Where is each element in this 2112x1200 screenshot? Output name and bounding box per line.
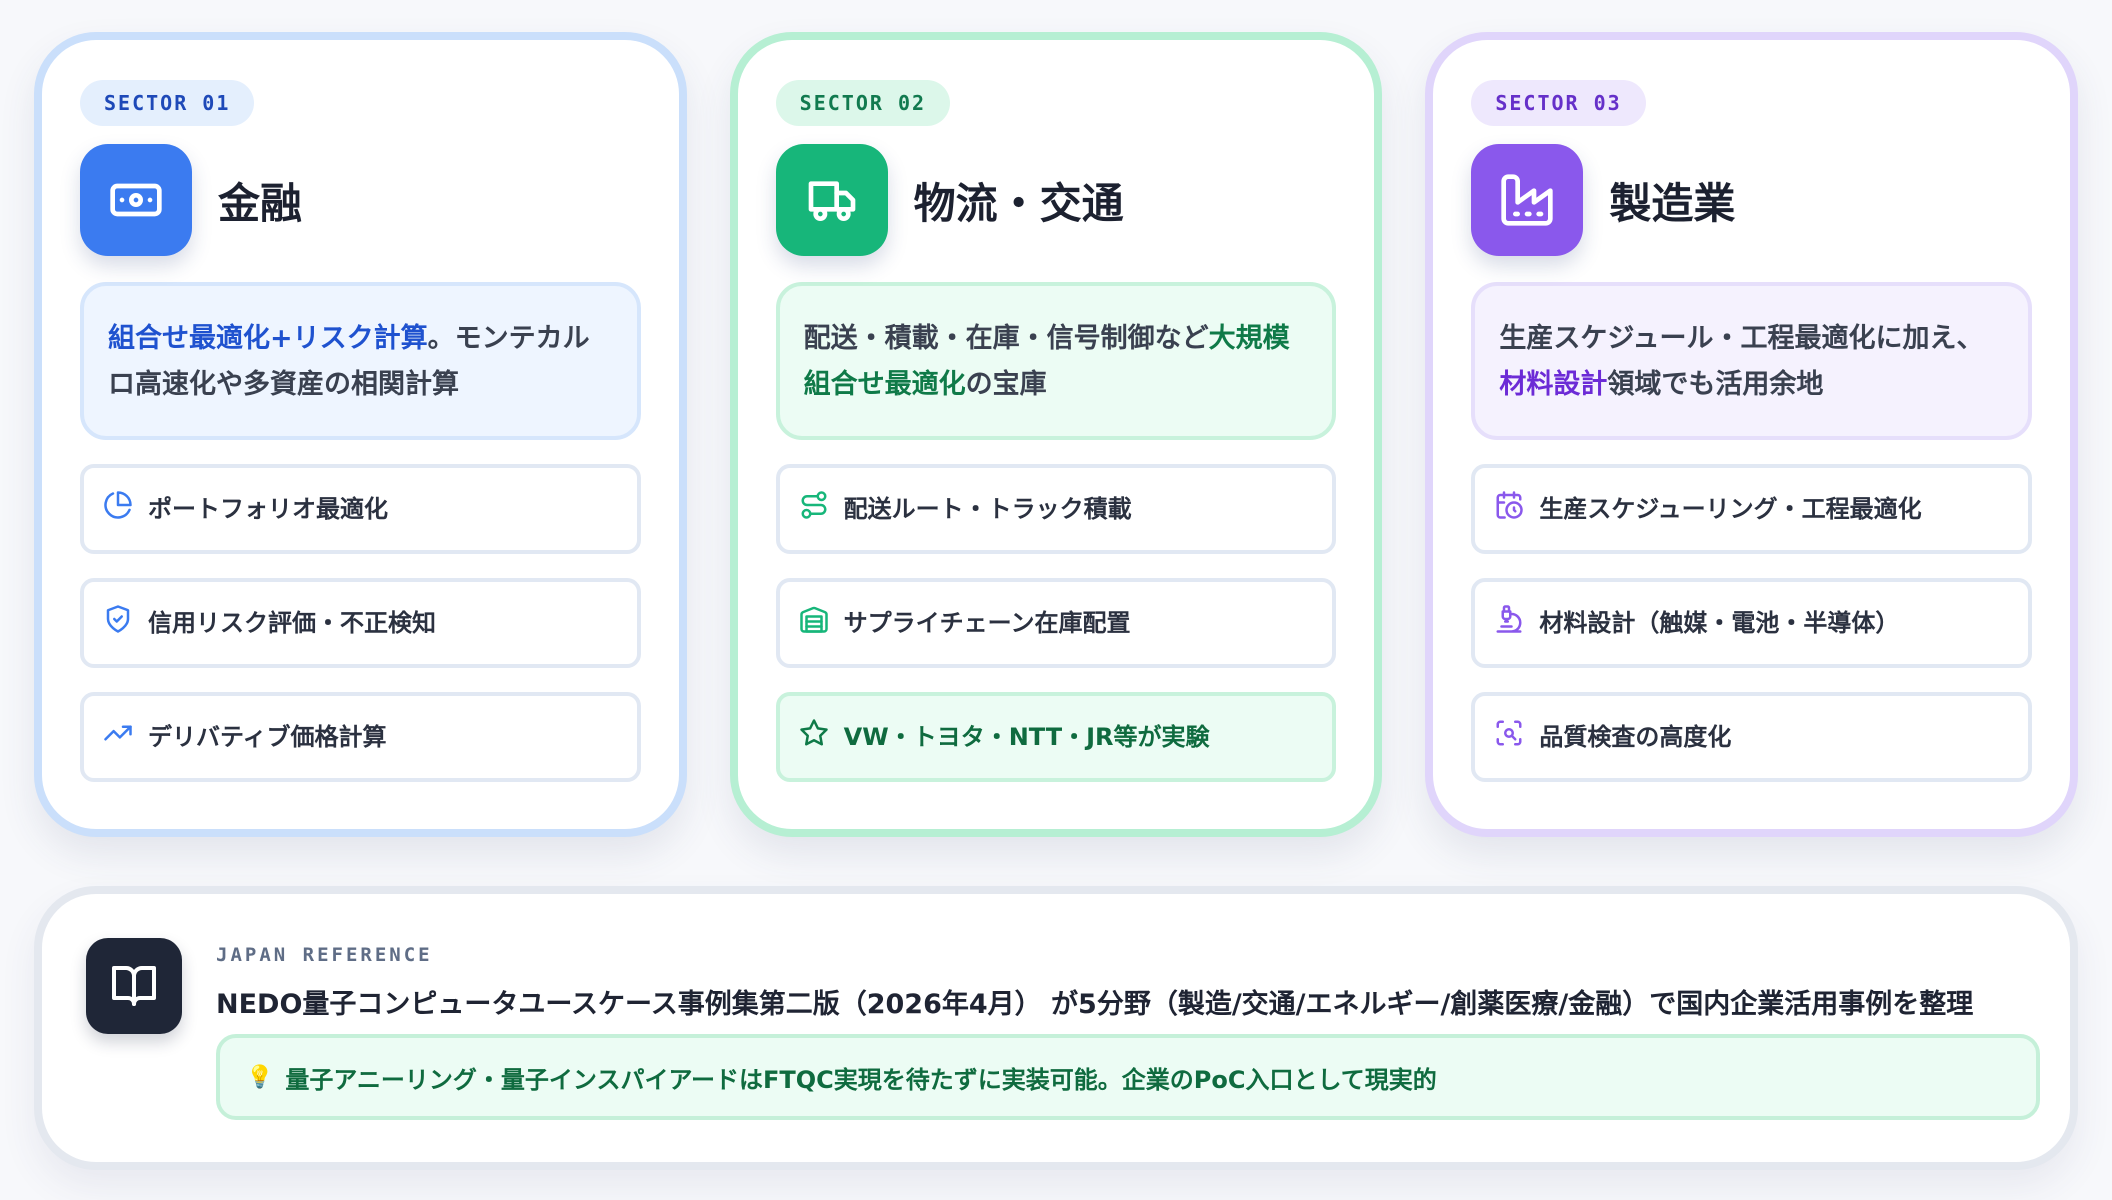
description-text: 配送・積載・在庫・信号制御など [803, 323, 1209, 354]
description-highlight: 材料設計 [1499, 369, 1608, 400]
reference-text: NEDO量子コンピュータユースケース事例集第二版（2026年4月） が5分野（製… [216, 989, 1974, 1020]
shield-check-icon [102, 603, 134, 635]
calendar-clock-icon [1493, 489, 1525, 521]
route-icon [798, 489, 830, 521]
use-case-label: 材料設計（触媒・電池・半導体） [1539, 609, 1900, 637]
sector-card-manufacturing: SECTOR 03 製造業 生産スケジュール・工程最適化に加え、 材料設計領域でも… [1425, 32, 2079, 837]
use-case-label: ポートフォリオ最適化 [148, 495, 388, 523]
japan-reference-panel: JAPAN REFERENCE NEDO量子コンピュータユースケース事例集第二版… [34, 886, 2078, 1170]
star-icon [798, 717, 830, 749]
banknote-icon [80, 144, 192, 256]
use-case-item: デリバティブ価格計算 [80, 692, 641, 782]
trending-up-icon [102, 717, 134, 749]
use-case-list: ポートフォリオ最適化 信用リスク評価・不正検知 デリバティブ価格計算 [80, 464, 641, 782]
sector-header: 金融 [80, 144, 641, 256]
reference-note-text: 量子アニーリング・量子インスパイアードはFTQC実現を待たずに実装可能。企業のP… [285, 1065, 1437, 1094]
description-text: 領域でも活用余地 [1607, 369, 1824, 400]
sector-card-finance: SECTOR 01 金融 組合せ最適化+リスク計算。モンテカルロ高速化や多資産の… [34, 32, 687, 837]
book-open-icon [86, 938, 182, 1034]
lightbulb-icon: 💡 [246, 1064, 274, 1090]
sector-title: 金融 [218, 178, 303, 228]
sector-title: 製造業 [1609, 178, 1736, 228]
pie-chart-icon [102, 489, 134, 521]
sector-description: 生産スケジュール・工程最適化に加え、 材料設計領域でも活用余地 [1471, 282, 2033, 440]
use-case-label: 配送ルート・トラック積載 [843, 495, 1132, 523]
use-case-item: サプライチェーン在庫配置 [775, 578, 1337, 668]
sector-title: 物流・交通 [913, 178, 1124, 228]
use-case-label: 品質検査の高度化 [1539, 723, 1732, 751]
description-text: 生産スケジュール・工程最適化に加え、 [1499, 323, 1984, 354]
truck-icon [775, 144, 888, 256]
use-case-label: VW・トヨタ・NTT・JR等が実験 [843, 723, 1210, 751]
use-case-item: 材料設計（触媒・電池・半導体） [1471, 578, 2033, 668]
sector-description: 配送・積載・在庫・信号制御など大規模組合せ最適化の宝庫 [775, 282, 1337, 440]
use-case-list: 配送ルート・トラック積載 サプライチェーン在庫配置 VW・トヨタ・NTT・JR等… [775, 464, 1337, 782]
warehouse-icon [798, 603, 830, 635]
sector-header: 物流・交通 [775, 144, 1337, 256]
use-case-item: ポートフォリオ最適化 [80, 464, 641, 554]
sector-card-logistics: SECTOR 02 物流・交通 配送・積載・在庫・信号制御など大規模組合せ最適化… [729, 32, 1383, 837]
use-case-label: サプライチェーン在庫配置 [843, 609, 1131, 637]
reference-kicker: JAPAN REFERENCE [216, 944, 433, 966]
use-case-item: 配送ルート・トラック積載 [775, 464, 1337, 554]
sector-description: 組合せ最適化+リスク計算。モンテカルロ高速化や多資産の相関計算 [80, 282, 641, 440]
sector-badge: SECTOR 03 [1471, 80, 1646, 126]
use-case-item: 信用リスク評価・不正検知 [80, 578, 641, 668]
use-case-label: 生産スケジューリング・工程最適化 [1539, 495, 1922, 523]
sector-badge: SECTOR 02 [775, 80, 951, 126]
description-highlight: 組合せ最適化+リスク計算 [108, 323, 428, 354]
factory-icon [1471, 144, 1584, 256]
microscope-icon [1493, 603, 1525, 635]
reference-note: 💡 量子アニーリング・量子インスパイアードはFTQC実現を待たずに実装可能。企業… [216, 1034, 2040, 1120]
sector-cards: SECTOR 01 金融 組合せ最適化+リスク計算。モンテカルロ高速化や多資産の… [34, 32, 2079, 837]
use-case-label: デリバティブ価格計算 [148, 723, 387, 751]
sector-header: 製造業 [1471, 144, 2032, 256]
use-case-item-highlight: VW・トヨタ・NTT・JR等が実験 [775, 692, 1337, 782]
use-case-label: 信用リスク評価・不正検知 [148, 609, 436, 637]
use-case-item: 生産スケジューリング・工程最適化 [1471, 464, 2033, 554]
use-case-item: 品質検査の高度化 [1471, 692, 2033, 782]
sector-badge: SECTOR 01 [80, 80, 255, 126]
scan-search-icon [1493, 717, 1525, 749]
use-case-list: 生産スケジューリング・工程最適化 材料設計（触媒・電池・半導体） 品質検査の高度… [1471, 464, 2033, 782]
description-text: の宝庫 [965, 369, 1047, 400]
